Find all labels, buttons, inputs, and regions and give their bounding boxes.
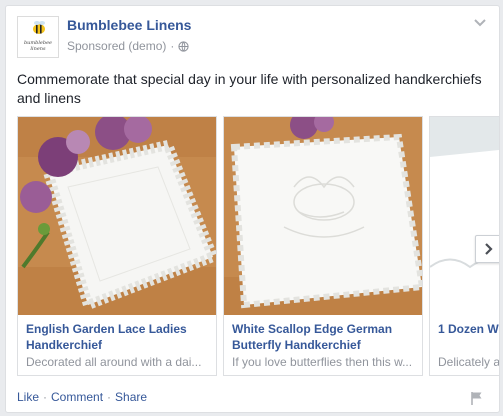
share-link[interactable]: Share (115, 390, 147, 404)
item-description: Decorated all around with a dai... (26, 355, 202, 369)
meta-separator: · (170, 39, 175, 53)
action-separator: · (107, 390, 112, 404)
chevron-right-icon (485, 243, 493, 255)
carousel-item[interactable]: English Garden Lace Ladies Handkerchief … (17, 116, 217, 376)
item-description: If you love butterflies then this w... (232, 355, 413, 369)
item-info: English Garden Lace Ladies Handkerchief … (18, 315, 216, 370)
page-avatar[interactable]: bumblebee linens (17, 16, 59, 58)
item-info: White Scallop Edge German Butterfly Hand… (224, 315, 422, 370)
flag-icon[interactable] (470, 391, 484, 405)
post-message: Commemorate that special day in your lif… (17, 71, 482, 106)
carousel-item[interactable]: White Scallop Edge German Butterfly Hand… (223, 116, 423, 376)
post-meta: Sponsored (demo) · (67, 39, 190, 53)
item-title[interactable]: White Scallop Edge German Butterfly Hand… (232, 321, 414, 353)
sponsored-post-card: bumblebee linens Bumblebee Linens Sponso… (5, 5, 500, 413)
product-image-lace-handkerchief[interactable] (18, 117, 216, 315)
item-description: Delicately a (438, 355, 500, 369)
product-carousel: English Garden Lace Ladies Handkerchief … (17, 116, 500, 378)
globe-icon (178, 40, 190, 52)
avatar-brand-text: bumblebee linens (23, 40, 53, 52)
comment-link[interactable]: Comment (51, 390, 103, 404)
sponsored-label[interactable]: Sponsored (demo) (67, 39, 166, 53)
bee-logo-icon (33, 21, 45, 34)
item-title[interactable]: English Garden Lace Ladies Handkerchief (26, 321, 208, 353)
post-actions: Like · Comment · Share (17, 390, 147, 404)
product-image-cutwork-handkerchief[interactable] (430, 117, 500, 315)
product-image-butterfly-handkerchief[interactable] (224, 117, 422, 315)
chevron-down-icon[interactable] (473, 18, 487, 28)
item-info: 1 Dozen White Cutwork Di Delicately a (430, 315, 500, 370)
carousel-next-button[interactable] (475, 235, 499, 263)
item-title[interactable]: 1 Dozen White Cutwork Di (438, 321, 499, 353)
page-name-link[interactable]: Bumblebee Linens (67, 17, 191, 33)
like-link[interactable]: Like (17, 390, 39, 404)
action-separator: · (43, 390, 48, 404)
